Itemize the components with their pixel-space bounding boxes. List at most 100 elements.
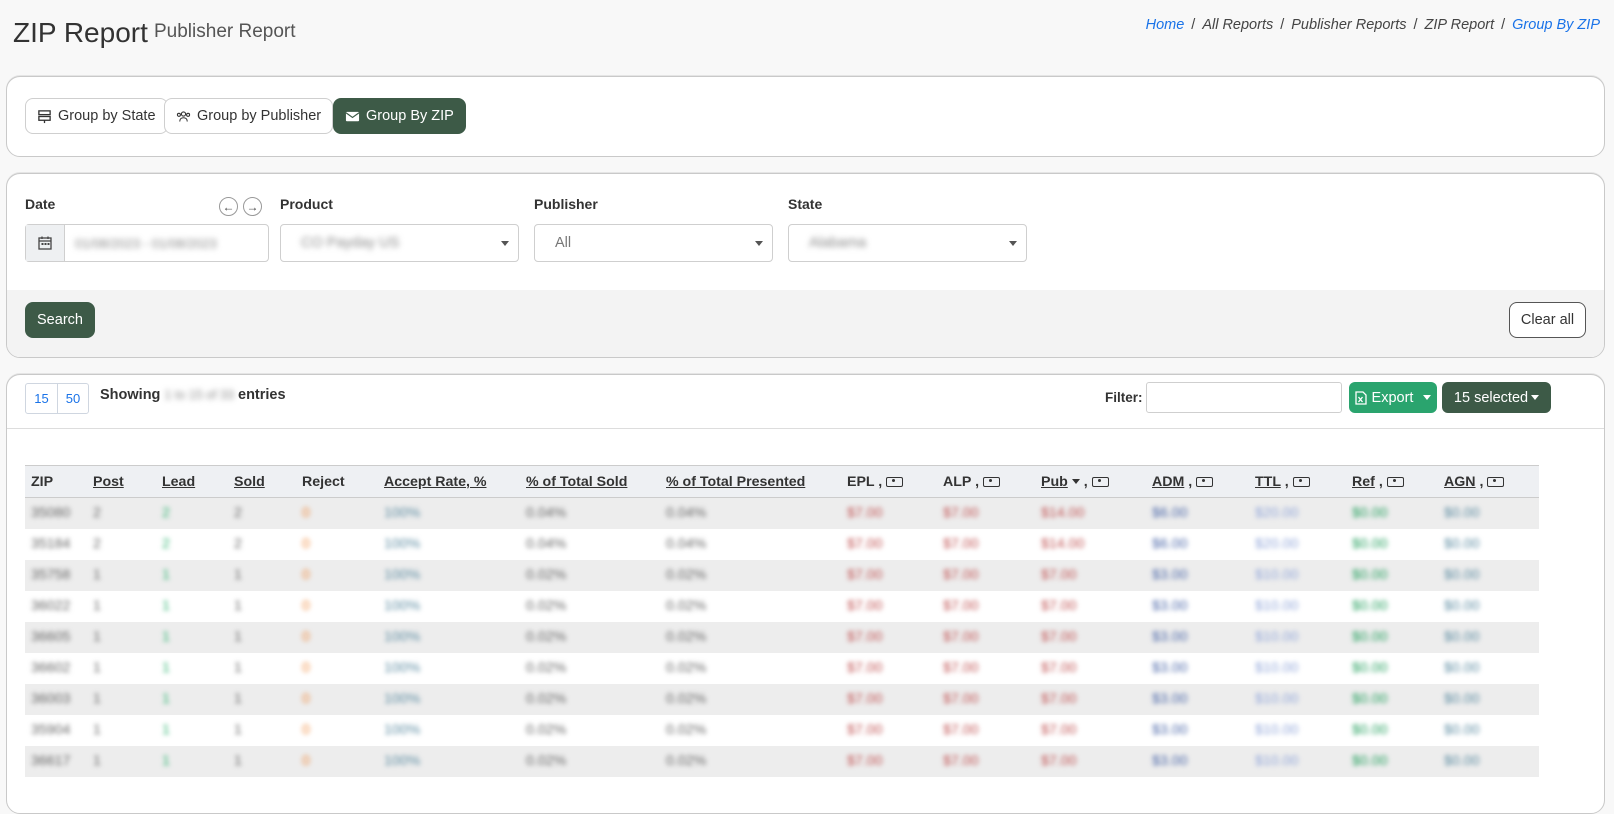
cash-icon: [1386, 476, 1404, 487]
table-cell: 0: [302, 505, 310, 522]
col-ttl[interactable]: TTL ,: [1249, 466, 1346, 498]
table-cell: $0.00: [1352, 567, 1388, 583]
table-cell: $7.00: [847, 629, 883, 645]
product-select[interactable]: CO Payday US: [280, 224, 519, 262]
arrow-left-icon[interactable]: ←: [219, 197, 238, 216]
table-cell: 100%: [384, 505, 421, 522]
table-cell: 100%: [384, 691, 421, 707]
col-total-sold[interactable]: % of Total Sold: [520, 466, 660, 498]
table-cell: 1: [162, 691, 170, 707]
table-cell: $0.00: [1444, 629, 1480, 645]
table-cell: $10.00: [1255, 567, 1299, 583]
col-post[interactable]: Post: [87, 466, 156, 498]
table-cell: 1: [162, 598, 170, 614]
table-cell: $7.00: [1041, 598, 1077, 614]
col-sold[interactable]: Sold: [228, 466, 296, 498]
table-cell: $10.00: [1255, 629, 1299, 645]
table-cell: $6.00: [1152, 536, 1188, 552]
table-cell: 0.02%: [526, 691, 567, 707]
table-cell: 100%: [384, 722, 421, 738]
col-zip[interactable]: ZIP: [25, 466, 87, 498]
col-total-presented[interactable]: % of Total Presented: [660, 466, 841, 498]
table-cell: 35904: [31, 722, 71, 738]
table-cell: 2: [234, 536, 242, 552]
table-cell: 1: [162, 722, 170, 738]
breadcrumb-home[interactable]: Home: [1146, 17, 1185, 33]
table-cell: 0.02%: [666, 753, 707, 769]
table-cell: 0.04%: [666, 536, 707, 552]
table-cell: 100%: [384, 598, 421, 614]
filters-footer: Search Clear all: [7, 290, 1604, 357]
calendar-icon: [26, 225, 65, 261]
showing-suffix: entries: [238, 387, 286, 403]
col-alp[interactable]: ALP ,: [937, 466, 1035, 498]
table-cell: $10.00: [1255, 598, 1299, 614]
table-cell: 100%: [384, 629, 421, 645]
col-lead[interactable]: Lead: [156, 466, 228, 498]
table-cell: $3.00: [1152, 691, 1188, 707]
table-cell: $7.00: [1041, 722, 1077, 738]
state-select[interactable]: Alabama: [788, 224, 1027, 262]
breadcrumb-zip-report[interactable]: ZIP Report: [1425, 17, 1495, 33]
table-cell: $7.00: [943, 629, 979, 645]
page-size-15[interactable]: 15: [26, 384, 57, 413]
group-by-publisher-button[interactable]: Group by Publisher: [164, 98, 334, 134]
date-label: Date: [25, 196, 56, 212]
table-cell: 1: [162, 629, 170, 645]
breadcrumb-group-by-zip[interactable]: Group By ZIP: [1512, 17, 1600, 33]
col-agn[interactable]: AGN ,: [1438, 466, 1539, 498]
group-by-card: Group by State Group by Publisher Group …: [6, 76, 1605, 157]
table-cell: $0.00: [1444, 567, 1480, 583]
table-cell: 1: [93, 691, 101, 707]
table-cell: $7.00: [847, 660, 883, 676]
table-cell: 1: [93, 753, 101, 769]
table-cell: 100%: [384, 567, 421, 583]
table-cell: 35758: [31, 567, 71, 583]
columns-selected-button[interactable]: 15 selected: [1442, 382, 1551, 413]
cash-icon: [1196, 476, 1214, 487]
arrow-right-icon[interactable]: →: [243, 197, 262, 216]
table-cell: $7.00: [847, 567, 883, 583]
col-ref[interactable]: Ref ,: [1346, 466, 1438, 498]
col-adm[interactable]: ADM ,: [1146, 466, 1249, 498]
table-cell: $7.00: [1041, 691, 1077, 707]
table-cell: 0: [302, 722, 310, 738]
table-cell: 100%: [384, 753, 421, 769]
table-cell: 0: [302, 691, 310, 707]
table-cell: 1: [234, 660, 242, 676]
publisher-select[interactable]: All: [534, 224, 773, 262]
filters-card: Date ← → 01/08/2023 - 01/08/2023 Product…: [6, 173, 1605, 358]
page-size-50[interactable]: 50: [57, 384, 88, 413]
table-cell: 1: [93, 629, 101, 645]
columns-selected-label: 15 selected: [1453, 389, 1529, 406]
col-accept-rate[interactable]: Accept Rate, %: [378, 466, 520, 498]
excel-file-icon: [1354, 390, 1367, 405]
col-reject[interactable]: Reject: [296, 466, 378, 498]
product-select-value: CO Payday US: [301, 235, 400, 251]
export-button[interactable]: Export: [1349, 382, 1437, 413]
state-select-value: Alabama: [809, 235, 867, 251]
col-epl[interactable]: EPL ,: [841, 466, 937, 498]
col-pub[interactable]: Pub ,: [1035, 466, 1146, 498]
table-cell: $3.00: [1152, 722, 1188, 738]
table-cell: $0.00: [1352, 660, 1388, 676]
group-by-state-button[interactable]: Group by State: [25, 98, 168, 134]
table-cell: $0.00: [1352, 629, 1388, 645]
chevron-down-icon: [1009, 241, 1017, 246]
table-cell: 36602: [31, 660, 71, 676]
chevron-down-icon: [755, 241, 763, 246]
table-row: 35184 2 2 2 0 100% 0.04% 0.04% $7.00 $7.00 $14.00 $…: [25, 528, 1539, 560]
table-cell: 1: [93, 660, 101, 676]
table-cell: 0.02%: [666, 722, 707, 738]
search-button[interactable]: Search: [25, 302, 95, 338]
table-cell: 1: [93, 722, 101, 738]
filter-input[interactable]: [1146, 382, 1342, 413]
group-by-zip-button[interactable]: Group By ZIP: [333, 98, 466, 134]
table-cell: 36022: [31, 598, 71, 614]
table-row: 36003 1 1 1 0 100% 0.02% 0.02% $7.00 $7.00 $7.00 $3…: [25, 683, 1539, 715]
table-cell: $7.00: [1041, 660, 1077, 676]
breadcrumb-publisher-reports[interactable]: Publisher Reports: [1291, 17, 1406, 33]
breadcrumb-all-reports[interactable]: All Reports: [1202, 17, 1273, 33]
date-range-input[interactable]: 01/08/2023 - 01/08/2023: [25, 224, 269, 262]
clear-all-button[interactable]: Clear all: [1509, 302, 1586, 338]
